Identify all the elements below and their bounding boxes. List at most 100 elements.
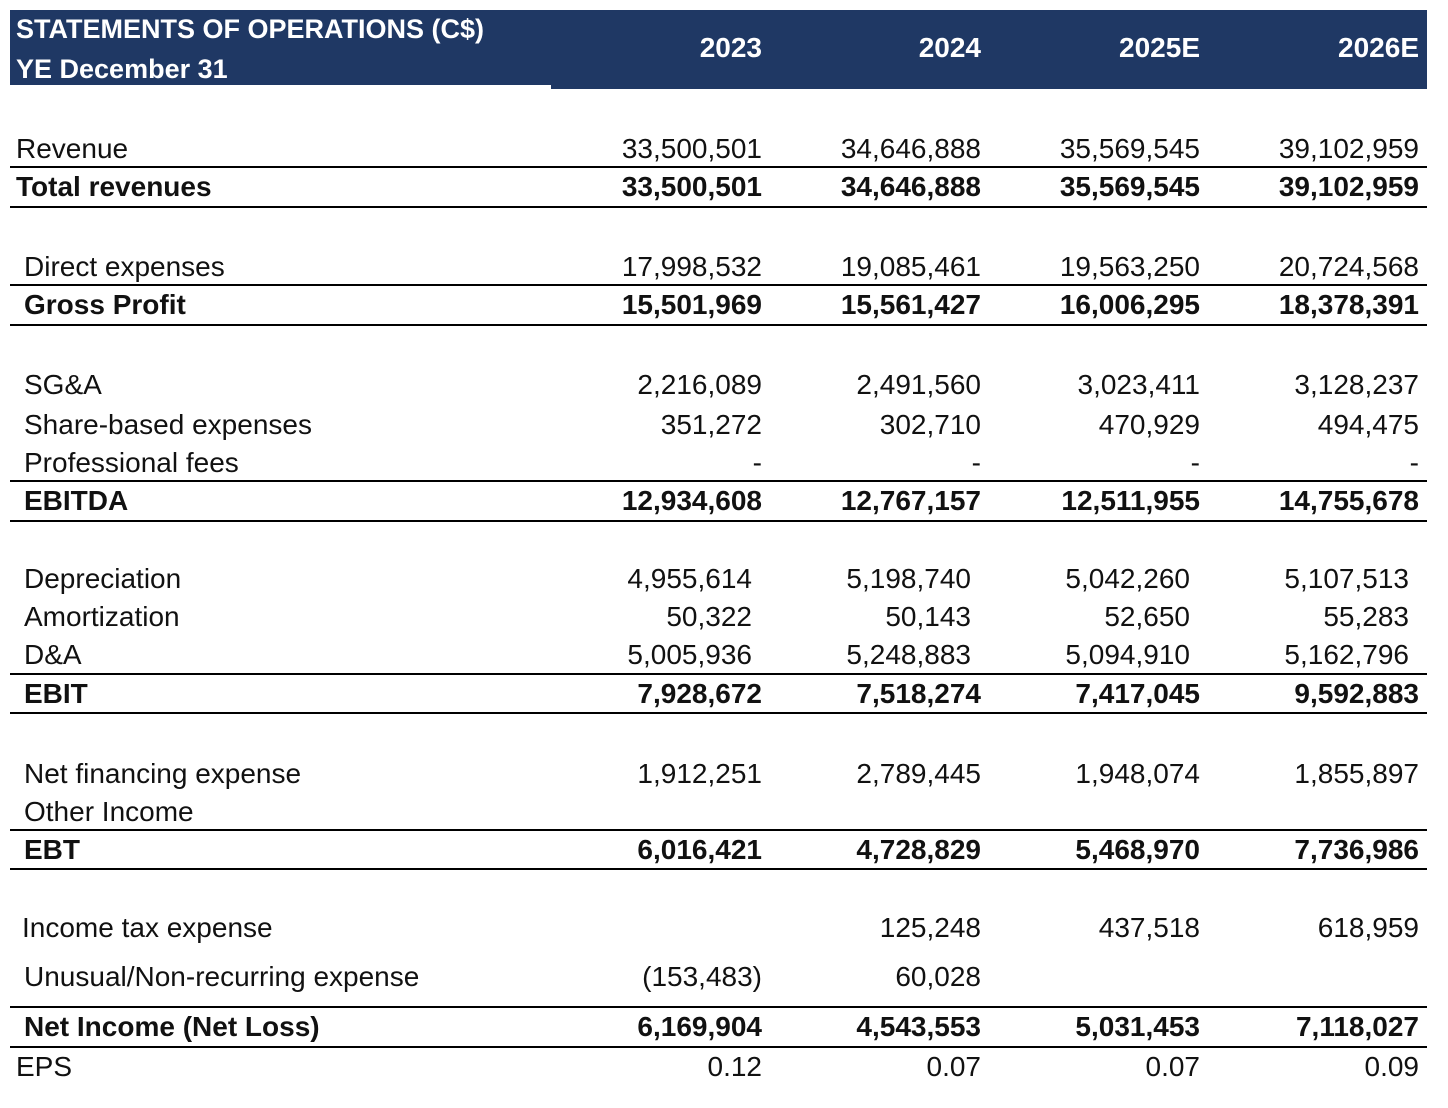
row-rule xyxy=(10,480,1427,482)
row-label-depreciation: Depreciation xyxy=(24,563,182,594)
cell-amortization-2023: 50,322 xyxy=(666,601,752,632)
row-label-net-financing-expense: Net financing expense xyxy=(24,758,302,789)
cell-sga-2026e: 3,128,237 xyxy=(1294,369,1419,400)
cell-income-tax-2024: 125,248 xyxy=(879,912,981,943)
cell-depreciation-2026e: 5,107,513 xyxy=(1284,563,1409,594)
row-label-gross-profit: Gross Profit xyxy=(24,289,186,320)
cell-direct-expenses-2023: 17,998,532 xyxy=(621,251,762,282)
cell-revenue-2026e: 39,102,959 xyxy=(1278,133,1419,164)
cell-net-income-2023: 6,169,904 xyxy=(637,1011,762,1042)
row-label-ebt: EBT xyxy=(24,834,80,865)
cell-share-based-2024: 302,710 xyxy=(879,409,981,440)
row-label-income-tax-expense: Income tax expense xyxy=(22,912,273,943)
cell-professional-fees-2024: - xyxy=(971,447,981,478)
column-header-2023: 2023 xyxy=(699,32,762,63)
cell-total-revenues-2026e: 39,102,959 xyxy=(1278,171,1419,202)
cell-gross-profit-2024: 15,561,427 xyxy=(840,289,981,320)
cell-total-revenues-2024: 34,646,888 xyxy=(840,171,981,202)
cell-share-based-2025e: 470,929 xyxy=(1098,409,1200,440)
cell-eps-2026e: 0.09 xyxy=(1364,1051,1420,1082)
row-rule xyxy=(10,1006,1427,1008)
cell-professional-fees-2023: - xyxy=(752,447,762,478)
cell-net-financing-2024: 2,789,445 xyxy=(856,758,981,789)
fiscal-year-end-label: YE December 31 xyxy=(16,54,228,84)
cell-sga-2025e: 3,023,411 xyxy=(1077,369,1201,400)
row-label-ebitda: EBITDA xyxy=(24,485,129,516)
column-header-2024: 2024 xyxy=(918,32,981,63)
cell-ebit-2024: 7,518,274 xyxy=(856,678,981,709)
cell-ebit-2026e: 9,592,883 xyxy=(1294,678,1419,709)
cell-eps-2025e: 0.07 xyxy=(1145,1051,1201,1082)
cell-depreciation-2025e: 5,042,260 xyxy=(1065,563,1190,594)
row-rule xyxy=(10,206,1427,208)
cell-share-based-2023: 351,272 xyxy=(660,409,762,440)
row-rule xyxy=(10,1046,1427,1048)
cell-revenue-2025e: 35,569,545 xyxy=(1059,133,1200,164)
cell-direct-expenses-2024: 19,085,461 xyxy=(840,251,981,282)
cell-total-revenues-2023: 33,500,501 xyxy=(621,171,762,202)
cell-net-income-2026e: 7,118,027 xyxy=(1295,1011,1419,1042)
row-label-eps: EPS xyxy=(16,1051,73,1082)
row-label-unusual-expense: Unusual/Non-recurring expense xyxy=(24,961,420,992)
cell-depreciation-2024: 5,198,740 xyxy=(846,563,971,594)
cell-amortization-2026e: 55,283 xyxy=(1323,601,1409,632)
cell-gross-profit-2026e: 18,378,391 xyxy=(1278,289,1419,320)
cell-net-income-2024: 4,543,553 xyxy=(856,1011,981,1042)
cell-income-tax-2025e: 437,518 xyxy=(1098,912,1200,943)
cell-sga-2024: 2,491,560 xyxy=(856,369,981,400)
cell-unusual-2023: (153,483) xyxy=(642,961,762,992)
cell-ebt-2024: 4,728,829 xyxy=(856,834,981,865)
statement-title: STATEMENTS OF OPERATIONS (C$) xyxy=(16,14,485,44)
row-label-amortization: Amortization xyxy=(24,601,180,632)
cell-direct-expenses-2025e: 19,563,250 xyxy=(1059,251,1200,282)
cell-ebt-2026e: 7,736,986 xyxy=(1294,834,1419,865)
cell-sga-2023: 2,216,089 xyxy=(637,369,762,400)
cell-direct-expenses-2026e: 20,724,568 xyxy=(1278,251,1419,282)
cell-net-income-2025e: 5,031,453 xyxy=(1075,1011,1200,1042)
row-label-d-and-a: D&A xyxy=(24,639,82,670)
column-header-2026e: 2026E xyxy=(1338,32,1419,63)
cell-professional-fees-2026e: - xyxy=(1409,447,1419,478)
cell-professional-fees-2025e: - xyxy=(1190,447,1200,478)
cell-revenue-2023: 33,500,501 xyxy=(621,133,762,164)
cell-ebitda-2026e: 14,755,678 xyxy=(1278,485,1419,516)
cell-net-financing-2023: 1,912,251 xyxy=(637,758,762,789)
row-label-revenue: Revenue xyxy=(16,133,129,164)
cell-ebt-2025e: 5,468,970 xyxy=(1075,834,1200,865)
cell-unusual-2024: 60,028 xyxy=(895,961,981,992)
cell-ebit-2025e: 7,417,045 xyxy=(1075,678,1200,709)
row-rule xyxy=(10,520,1427,522)
cell-ebit-2023: 7,928,672 xyxy=(637,678,762,709)
row-rule xyxy=(10,324,1427,326)
cell-d-and-a-2026e: 5,162,796 xyxy=(1284,639,1409,670)
row-rule xyxy=(10,673,1427,675)
row-label-net-income: Net Income (Net Loss) xyxy=(24,1011,320,1042)
cell-d-and-a-2023: 5,005,936 xyxy=(627,639,752,670)
cell-revenue-2024: 34,646,888 xyxy=(840,133,981,164)
row-rule xyxy=(10,284,1427,286)
cell-gross-profit-2025e: 16,006,295 xyxy=(1059,289,1200,320)
row-rule xyxy=(10,868,1427,870)
cell-eps-2024: 0.07 xyxy=(926,1051,982,1082)
header-underline-gap xyxy=(10,85,551,90)
row-label-sga: SG&A xyxy=(24,369,102,400)
cell-ebitda-2025e: 12,511,955 xyxy=(1061,485,1200,516)
cell-eps-2023: 0.12 xyxy=(707,1051,763,1082)
row-label-ebit: EBIT xyxy=(24,678,88,709)
cell-net-financing-2025e: 1,948,074 xyxy=(1075,758,1200,789)
row-rule xyxy=(10,712,1427,714)
row-label-share-based-expenses: Share-based expenses xyxy=(24,409,312,440)
cell-ebitda-2023: 12,934,608 xyxy=(621,485,762,516)
cell-d-and-a-2024: 5,248,883 xyxy=(846,639,971,670)
cell-share-based-2026e: 494,475 xyxy=(1317,409,1419,440)
cell-amortization-2024: 50,143 xyxy=(885,601,971,632)
cell-net-financing-2026e: 1,855,897 xyxy=(1294,758,1419,789)
row-label-professional-fees: Professional fees xyxy=(24,447,239,478)
cell-ebitda-2024: 12,767,157 xyxy=(840,485,981,516)
row-rule xyxy=(10,829,1427,831)
row-rule xyxy=(10,166,1427,168)
row-label-other-income: Other Income xyxy=(24,796,194,827)
cell-gross-profit-2023: 15,501,969 xyxy=(621,289,762,320)
column-header-2025e: 2025E xyxy=(1119,32,1200,63)
cell-total-revenues-2025e: 35,569,545 xyxy=(1059,171,1200,202)
